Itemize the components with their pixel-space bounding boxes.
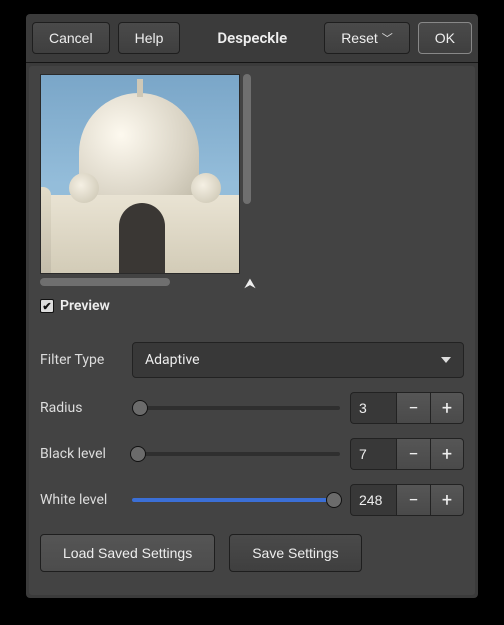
white-level-spin: − +: [350, 484, 464, 516]
slider-knob[interactable]: [326, 492, 342, 508]
radius-decrement-button[interactable]: −: [396, 392, 430, 424]
preview-area: ⮝: [40, 74, 464, 274]
preview-navigate-icon[interactable]: ⮝: [244, 276, 256, 292]
controls-group: Filter Type Adaptive Radius − +: [40, 342, 464, 516]
slider-knob[interactable]: [132, 400, 148, 416]
filter-type-label: Filter Type: [40, 352, 122, 368]
filter-type-value: Adaptive: [145, 352, 200, 368]
preview-image[interactable]: [40, 74, 240, 274]
preview-vertical-scrollbar[interactable]: [243, 74, 251, 274]
save-settings-button[interactable]: Save Settings: [229, 534, 361, 572]
preview-checkbox[interactable]: ✔: [40, 299, 54, 313]
scrollbar-thumb[interactable]: [243, 74, 251, 204]
dialog-header: Cancel Help Despeckle Reset ﹀ OK: [26, 14, 478, 63]
load-saved-settings-button[interactable]: Load Saved Settings: [40, 534, 215, 572]
slider-knob[interactable]: [130, 446, 146, 462]
white-level-row: White level − +: [40, 484, 464, 516]
black-level-slider[interactable]: [132, 444, 340, 464]
filter-type-combo[interactable]: Adaptive: [132, 342, 464, 378]
cancel-button[interactable]: Cancel: [32, 22, 110, 54]
despeckle-dialog: Cancel Help Despeckle Reset ﹀ OK ⮝ ✔: [26, 14, 478, 598]
preview-checkbox-label: Preview: [60, 298, 110, 314]
black-level-spin: − +: [350, 438, 464, 470]
radius-spin: − +: [350, 392, 464, 424]
dialog-body: ⮝ ✔ Preview Filter Type Adaptive Radius: [29, 66, 475, 595]
white-level-slider[interactable]: [132, 490, 340, 510]
black-level-label: Black level: [40, 446, 122, 462]
white-level-input[interactable]: [350, 484, 396, 516]
white-level-increment-button[interactable]: +: [430, 484, 464, 516]
black-level-increment-button[interactable]: +: [430, 438, 464, 470]
radius-slider[interactable]: [132, 398, 340, 418]
settings-footer: Load Saved Settings Save Settings: [40, 534, 464, 572]
ok-button[interactable]: OK: [418, 22, 472, 54]
black-level-input[interactable]: [350, 438, 396, 470]
filter-type-row: Filter Type Adaptive: [40, 342, 464, 378]
white-level-label: White level: [40, 492, 122, 508]
white-level-decrement-button[interactable]: −: [396, 484, 430, 516]
help-button[interactable]: Help: [118, 22, 181, 54]
preview-horizontal-scrollbar[interactable]: [40, 278, 240, 286]
reset-button[interactable]: Reset ﹀: [324, 22, 410, 54]
dropdown-icon: [441, 357, 451, 363]
reset-label: Reset: [341, 30, 378, 46]
radius-row: Radius − +: [40, 392, 464, 424]
black-level-row: Black level − +: [40, 438, 464, 470]
scrollbar-thumb[interactable]: [40, 278, 170, 286]
radius-increment-button[interactable]: +: [430, 392, 464, 424]
chevron-down-icon: ﹀: [382, 30, 393, 46]
preview-checkbox-row: ✔ Preview: [40, 298, 464, 314]
radius-input[interactable]: [350, 392, 396, 424]
black-level-decrement-button[interactable]: −: [396, 438, 430, 470]
dialog-title: Despeckle: [188, 29, 316, 47]
radius-label: Radius: [40, 400, 122, 416]
